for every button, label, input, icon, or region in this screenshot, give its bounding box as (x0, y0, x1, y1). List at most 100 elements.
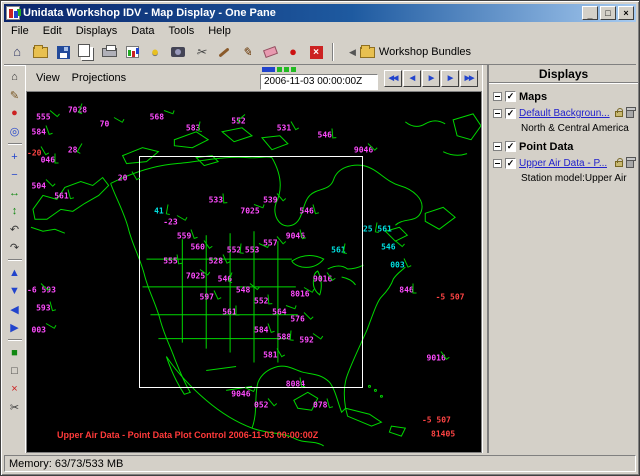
workshop-bundles-button[interactable]: ◀ Workshop Bundles (349, 46, 471, 58)
collapse-toggle-icon[interactable] (493, 92, 502, 101)
station-value: -23 (163, 217, 177, 226)
wind-barb-icon (277, 236, 284, 244)
chart-icon[interactable] (121, 42, 143, 63)
close-display-icon[interactable] (305, 42, 327, 63)
default-background-link[interactable]: Default Backgroun... (519, 108, 610, 119)
menu-edit[interactable]: Edit (36, 23, 69, 39)
animation-steps-indicator[interactable] (262, 67, 296, 73)
minimize-button[interactable]: _ (582, 6, 598, 20)
print-icon[interactable] (98, 42, 120, 63)
go-first-button[interactable]: ◀◀ (384, 70, 402, 87)
upper-air-subtitle: Station model:Upper Air (491, 172, 636, 188)
down-icon[interactable]: ▼ (6, 283, 23, 299)
step-back-button[interactable]: ◀ (403, 70, 421, 87)
edit-icon[interactable]: ✎ (6, 87, 23, 103)
cut-icon[interactable] (190, 42, 212, 63)
menu-tools[interactable]: Tools (162, 23, 202, 39)
cut-tool-icon[interactable]: ✂ (6, 399, 23, 415)
menu-view[interactable]: View (30, 70, 66, 86)
point-data-visibility-checkbox[interactable]: ✓ (505, 141, 516, 152)
menu-file[interactable]: File (4, 23, 36, 39)
step-forward-button[interactable]: ▶ (441, 70, 459, 87)
undo-view-icon[interactable]: ↶ (6, 221, 23, 237)
play-button[interactable]: ▶ (422, 70, 440, 87)
station-value: -5 507 (436, 293, 465, 302)
redo-view-icon[interactable]: ↷ (6, 239, 23, 255)
go-last-button[interactable]: ▶▶ (460, 70, 478, 87)
menu-data[interactable]: Data (124, 23, 161, 39)
upper-air-row: ✓ Upper Air Data - P... (491, 155, 636, 172)
save-icon[interactable] (52, 42, 74, 63)
home-icon[interactable] (6, 42, 28, 63)
pencil-icon[interactable] (236, 42, 258, 63)
display-caption: Upper Air Data - Point Data Plot Control… (57, 430, 318, 440)
left-icon[interactable]: ◀ (6, 301, 23, 317)
station-value: 531 (277, 124, 291, 133)
maps-group-label: Maps (519, 91, 547, 103)
wind-barb-icon (50, 110, 58, 117)
menu-projections[interactable]: Projections (66, 70, 132, 86)
pan-horizontal-icon[interactable]: ↔ (6, 185, 23, 201)
brush-icon[interactable] (213, 42, 235, 63)
home-view-icon[interactable]: ⌂ (6, 69, 23, 85)
delete-icon[interactable] (626, 159, 634, 168)
station-value: 555 (163, 257, 177, 266)
menu-help[interactable]: Help (201, 23, 238, 39)
wind-barb-icon (289, 330, 291, 340)
bulb-icon[interactable] (144, 42, 166, 63)
lock-icon[interactable] (615, 111, 623, 117)
wind-barb-icon (268, 398, 275, 406)
record-view-icon[interactable]: ● (6, 105, 23, 121)
map-view[interactable]: 555584702870-200462850456156858355253154… (26, 91, 482, 453)
collapse-toggle-icon[interactable] (493, 142, 502, 151)
right-icon[interactable]: ▶ (6, 319, 23, 335)
station-value: 548 (236, 286, 250, 295)
upper-air-visibility-checkbox[interactable]: ✓ (505, 158, 516, 169)
app-window: Unidata Workshop IDV - Map Display - One… (0, 0, 640, 476)
wind-barb-icon (166, 204, 169, 214)
station-value: 581 (263, 350, 277, 359)
up-icon[interactable]: ▲ (6, 265, 23, 281)
side-separator (8, 339, 22, 341)
station-value: 597 (200, 293, 214, 302)
wind-barb-icon (313, 333, 322, 340)
title-bar[interactable]: Unidata Workshop IDV - Map Display - One… (4, 4, 636, 22)
point-data-group-label: Point Data (519, 141, 573, 153)
frame-icon[interactable]: □ (6, 363, 23, 379)
memory-status: Memory: 63/73/533 MB (4, 455, 636, 472)
maximize-button[interactable]: □ (600, 6, 616, 20)
station-value: 003 (32, 325, 46, 334)
wind-barb-icon (250, 283, 258, 290)
time-readout[interactable]: 2006-11-03 00:00:00Z (260, 74, 378, 90)
wind-barb-icon (331, 129, 333, 139)
lock-icon[interactable] (615, 161, 623, 167)
collapse-toggle-icon[interactable] (493, 159, 502, 168)
station-value: 552 (254, 296, 268, 305)
delete-icon[interactable] (626, 109, 634, 118)
station-value: 20 (118, 174, 128, 183)
station-value: 539 (263, 196, 277, 205)
eraser-icon[interactable] (259, 42, 281, 63)
record-icon[interactable] (282, 42, 304, 63)
focus-icon[interactable]: ◎ (6, 123, 23, 139)
collapse-toggle-icon[interactable] (493, 109, 502, 118)
menu-displays[interactable]: Displays (69, 23, 125, 39)
close-button[interactable]: × (618, 6, 634, 20)
map-panel: View Projections 2006-11-03 00:00:00Z ◀◀… (26, 65, 482, 453)
background-visibility-checkbox[interactable]: ✓ (505, 108, 516, 119)
snapshot-icon[interactable] (167, 42, 189, 63)
station-value: 592 (299, 336, 313, 345)
zoom-out-icon[interactable]: − (6, 167, 23, 183)
fill-icon[interactable]: ■ (6, 345, 23, 361)
zoom-in-icon[interactable]: + (6, 149, 23, 165)
wind-barb-icon (395, 240, 403, 247)
open-folder-icon[interactable] (29, 42, 51, 63)
station-value: 28 (68, 145, 78, 154)
maps-visibility-checkbox[interactable]: ✓ (505, 91, 516, 102)
pan-vertical-icon[interactable]: ↕ (6, 203, 23, 219)
remove-icon[interactable]: × (6, 381, 23, 397)
displays-tree: ✓ Maps ✓ Default Backgroun... North & Ce… (489, 83, 638, 193)
copy-icon[interactable] (75, 42, 97, 63)
station-value: 8016 (290, 289, 309, 298)
upper-air-data-link[interactable]: Upper Air Data - P... (519, 158, 607, 169)
